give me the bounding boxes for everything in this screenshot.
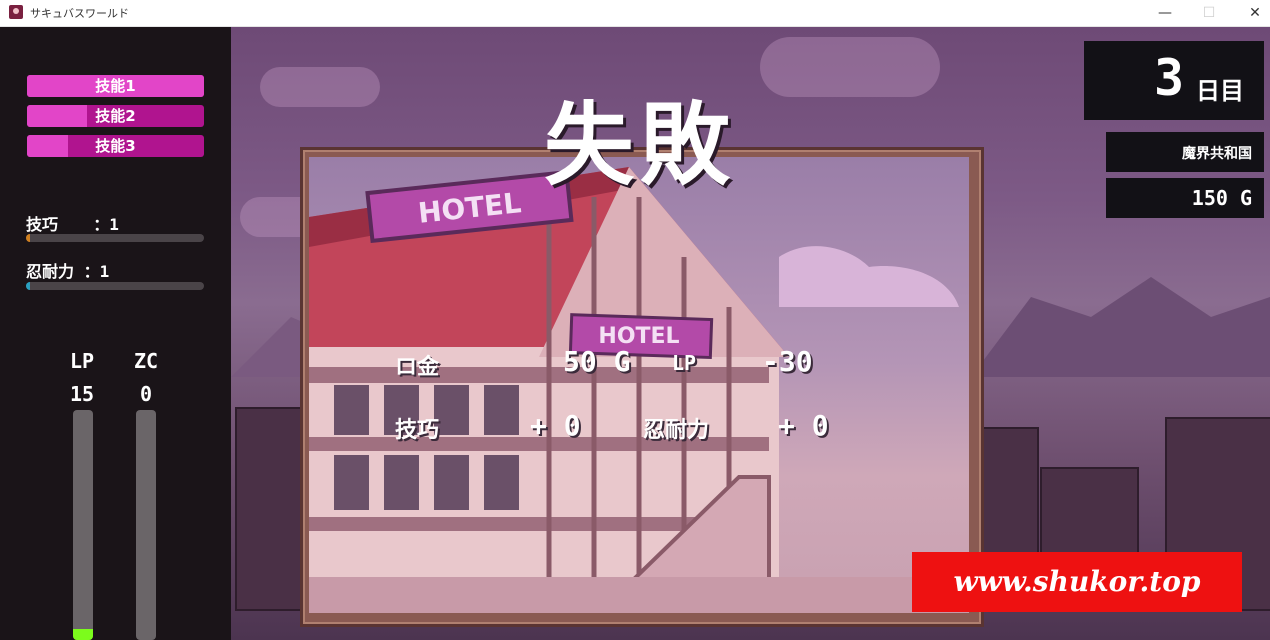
skill-2-label: 技能2 (95, 107, 136, 125)
zc-gauge-label: ZC (133, 349, 159, 373)
technique-stat-fill (26, 234, 30, 242)
money-value: 50 G (563, 345, 631, 378)
lp-change-label: LP (672, 351, 697, 375)
technique-change-value: + 0 (530, 409, 581, 442)
skill-3-label: 技能3 (95, 137, 136, 155)
close-button[interactable]: ✕ (1232, 2, 1270, 24)
background-building (235, 407, 309, 611)
window-title: サキュバスワールド (30, 7, 129, 20)
endurance-change-label: 忍耐力 (643, 418, 710, 443)
technique-stat-bar (26, 234, 204, 242)
endurance-stat-bar (26, 282, 204, 290)
money-label: ロ金 (395, 355, 440, 380)
lp-value: 15 (69, 382, 95, 406)
hotel-scene: HOTEL HOTEL (309, 157, 969, 613)
location-name: 魔界共和国 (1182, 146, 1252, 162)
lp-change-value: -30 (762, 345, 813, 378)
lp-gauge-fill (73, 628, 93, 640)
lp-gauge (73, 410, 93, 640)
zc-gauge (136, 410, 156, 640)
zc-value: 0 (139, 382, 153, 406)
location-box: 魔界共和国 (1106, 132, 1264, 172)
technique-stat-label: 技巧 ：1 (26, 215, 119, 234)
app-icon (9, 5, 23, 19)
window-titlebar: サキュバスワールド — ☐ ✕ (0, 0, 1270, 27)
status-panel: 技能1 技能2 技能3 技巧 ：1 忍耐力 ：1 LP ZC 15 0 (0, 27, 231, 640)
technique-change-label: 技巧 (395, 418, 440, 443)
gold-amount: 150 G (1191, 186, 1252, 210)
gold-box: 150 G (1106, 178, 1264, 218)
endurance-change-value: + 0 (778, 409, 829, 442)
result-title: 失敗 (544, 93, 736, 198)
maximize-button[interactable]: ☐ (1186, 2, 1232, 24)
endurance-stat-label: 忍耐力 ：1 (26, 262, 110, 281)
skill-2-button[interactable]: 技能2 (27, 105, 204, 127)
lp-gauge-label: LP (69, 349, 95, 373)
skill-3-button[interactable]: 技能3 (27, 135, 204, 157)
endurance-stat-fill (26, 282, 30, 290)
background-cloud (260, 67, 380, 107)
watermark-banner: www.shukor.top (912, 552, 1242, 612)
hotel-illustration: HOTEL HOTEL (309, 167, 969, 613)
skill-1-button[interactable]: 技能1 (27, 75, 204, 97)
day-number: 3 (1154, 49, 1185, 107)
background-cloud (760, 37, 940, 97)
minimize-button[interactable]: — (1142, 2, 1188, 24)
skill-1-label: 技能1 (95, 77, 136, 95)
day-suffix: 日目 (1196, 77, 1244, 105)
game-screen[interactable]: 技能1 技能2 技能3 技巧 ：1 忍耐力 ：1 LP ZC 15 0 3 日目… (0, 27, 1270, 640)
day-counter: 3 日目 (1084, 41, 1264, 120)
